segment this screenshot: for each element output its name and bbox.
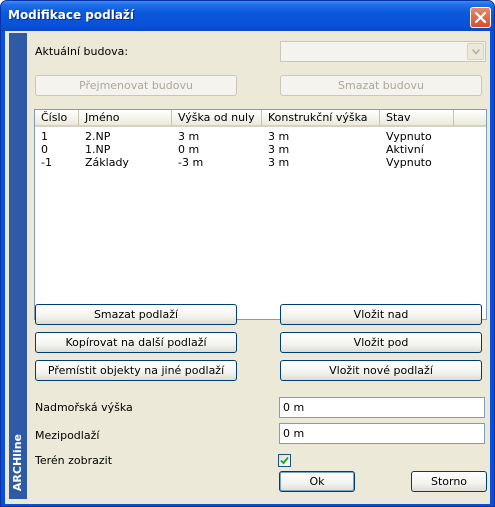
- cell-elevation: 3 m: [178, 130, 200, 143]
- cell-status: Aktivní: [386, 143, 424, 156]
- insert-above-button[interactable]: Vložit nad: [280, 304, 482, 325]
- checkmark-icon: [280, 456, 289, 465]
- dialog-window: Modifikace podlaží ARCHline Aktuální bud…: [0, 0, 495, 507]
- close-button[interactable]: [470, 7, 491, 28]
- floors-list-header: Číslo Jméno Výška od nuly Konstrukční vý…: [35, 110, 486, 127]
- cell-name: 2.NP: [85, 130, 111, 143]
- cell-name: Základy: [85, 156, 129, 169]
- window-title: Modifikace podlaží: [8, 8, 135, 22]
- column-header-structural-height[interactable]: Konstrukční výška: [262, 110, 380, 125]
- brand-strip: ARCHline: [9, 33, 27, 499]
- cell-status: Vypnuto: [386, 130, 432, 143]
- cell-structural-height: 3 m: [268, 143, 290, 156]
- cancel-button[interactable]: Storno: [411, 471, 487, 492]
- cell-structural-height: 3 m: [268, 130, 290, 143]
- table-row[interactable]: 0 1.NP 0 m 3 m Aktivní: [35, 143, 486, 156]
- altitude-label: Nadmořská výška: [35, 401, 133, 414]
- close-icon: [475, 12, 486, 23]
- current-building-select[interactable]: [280, 41, 486, 62]
- table-row[interactable]: -1 Základy -3 m 3 m Vypnuto: [35, 156, 486, 169]
- dropdown-button[interactable]: [467, 43, 484, 60]
- show-terrain-checkbox[interactable]: [278, 454, 291, 467]
- ok-button[interactable]: Ok: [279, 471, 355, 492]
- chevron-down-icon: [472, 49, 480, 55]
- title-bar[interactable]: Modifikace podlaží: [1, 1, 494, 31]
- cell-structural-height: 3 m: [268, 156, 290, 169]
- table-row[interactable]: 1 2.NP 3 m 3 m Vypnuto: [35, 130, 486, 143]
- insert-below-button[interactable]: Vložit pod: [280, 332, 482, 353]
- cell-elevation: -3 m: [178, 156, 204, 169]
- mezzanine-label: Mezipodlaží: [35, 429, 100, 442]
- cell-number: 1: [41, 130, 48, 143]
- altitude-input[interactable]: 0 m: [279, 397, 485, 418]
- floors-list[interactable]: Číslo Jméno Výška od nuly Konstrukční vý…: [34, 109, 487, 320]
- cell-status: Vypnuto: [386, 156, 432, 169]
- copy-to-next-floor-button[interactable]: Kopírovat na další podlaží: [35, 332, 237, 353]
- rename-building-button[interactable]: Přejmenovat budovu: [35, 75, 237, 96]
- column-header-elevation[interactable]: Výška od nuly: [172, 110, 262, 125]
- current-building-label: Aktuální budova:: [35, 45, 129, 58]
- brand-label: ARCHline: [11, 433, 24, 491]
- mezzanine-input[interactable]: 0 m: [279, 423, 485, 444]
- column-header-number[interactable]: Číslo: [35, 110, 79, 125]
- cell-elevation: 0 m: [178, 143, 200, 156]
- delete-floor-button[interactable]: Smazat podlaží: [35, 304, 237, 325]
- delete-building-button[interactable]: Smazat budovu: [280, 75, 482, 96]
- column-header-name[interactable]: Jméno: [79, 110, 172, 125]
- move-objects-button[interactable]: Přemístit objekty na jiné podlaží: [35, 360, 237, 381]
- cell-number: 0: [41, 143, 48, 156]
- show-terrain-label: Terén zobrazit: [35, 454, 113, 467]
- dialog-body: ARCHline Aktuální budova: Přejmenovat bu…: [5, 31, 490, 504]
- insert-new-floor-button[interactable]: Vložit nové podlaží: [280, 360, 482, 381]
- cell-number: -1: [41, 156, 52, 169]
- cell-name: 1.NP: [85, 143, 111, 156]
- column-header-status[interactable]: Stav: [380, 110, 454, 125]
